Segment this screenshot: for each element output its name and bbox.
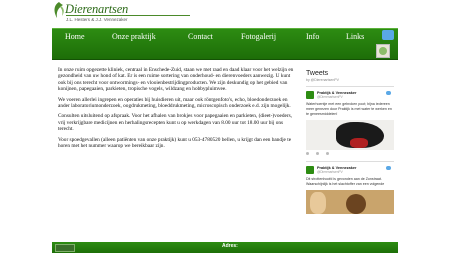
nav-item-info[interactable]: Info [306,29,319,45]
intro-paragraph-4: Voor spoedgevallen (alleen patiënten van… [58,136,292,150]
site-logo[interactable]: Dierenartsen J.L. Hesters & J.J. Venneza… [52,1,190,27]
map-thumbnail[interactable] [55,244,75,252]
twitter-widget: Tweets by @DierenartsenPV Praktijk & Ven… [306,70,394,253]
intro-paragraph-2: We voeren allerlei ingrepen en operaties… [58,96,291,110]
intro-paragraph-3: Consulten uitsluitend op afspraak. Voor … [58,113,292,133]
tweets-title: Tweets [306,70,329,77]
intro-content: In onze ruim opgezette kliniek, centraal… [58,67,298,153]
avatar[interactable] [306,91,314,99]
tweet-divider [306,161,394,162]
tweet-photo[interactable] [306,120,394,150]
tweet-item: Praktijk & Vennezaker @DierenartsenPV Di… [306,166,394,214]
tweet-photo[interactable] [306,190,394,214]
like-icon[interactable] [316,152,319,155]
tweet-author-handle[interactable]: @DierenartsenPV [317,170,343,174]
address-label: Adres: [222,243,238,249]
nav-item-contact[interactable]: Contact [188,29,213,45]
share-icon[interactable] [326,152,329,155]
tweet-author-handle[interactable]: @DierenartsenPV [317,95,343,99]
paw-leaf-icon [54,2,64,18]
tweet-text: Waterhoentje met een gebroken poot; bijn… [306,102,392,116]
tweet-item: Praktijk & Vennezaker @DierenartsenPV Wa… [306,91,394,157]
tweet-text: Dit strottenhoofd is gevonden aan de Zon… [306,177,385,186]
address-bar: Adres: [52,242,398,253]
twitter-icon[interactable] [382,30,394,40]
nav-item-home[interactable]: Home [65,29,85,45]
nav-item-onze-praktijk[interactable]: Onze praktijk [112,29,156,45]
tweets-byline[interactable]: by @DierenartsenPV [306,78,394,82]
logo-subtitle: J.L. Hesters & J.J. Vennezaker [66,17,128,22]
twitter-bird-icon [386,166,391,170]
reply-icon[interactable] [306,152,309,155]
twitter-bird-icon [386,91,391,95]
facebook-icon[interactable] [376,44,390,58]
tweets-divider [306,86,394,87]
main-navigation: Home Onze praktijk Contact Fotogalerij I… [52,28,398,60]
tweet-actions [306,152,394,157]
tweet-author[interactable]: Praktijk & Vennezaker @DierenartsenPV [306,91,394,101]
nav-item-fotogalerij[interactable]: Fotogalerij [241,29,276,45]
avatar[interactable] [306,166,314,174]
logo-divider [66,15,190,16]
site-header: Dierenartsen J.L. Hesters & J.J. Venneza… [0,0,450,28]
nav-item-links[interactable]: Links [346,29,364,45]
tweet-author[interactable]: Praktijk & Vennezaker @DierenartsenPV [306,166,394,176]
intro-paragraph-1: In onze ruim opgezette kliniek, centraal… [58,67,294,93]
